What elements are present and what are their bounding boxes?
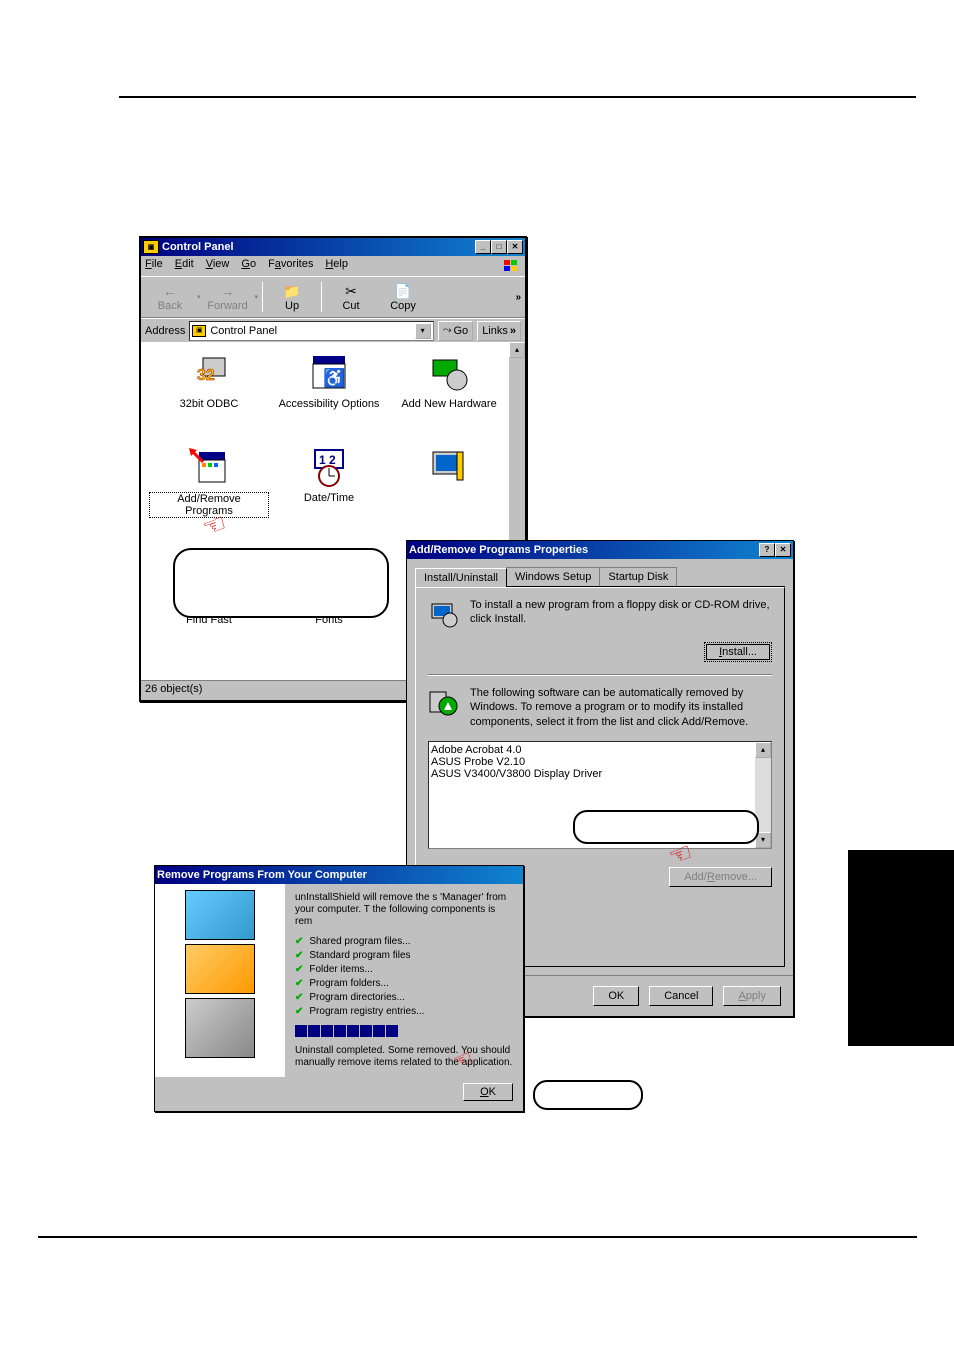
check-icon: ✔: [295, 964, 303, 975]
tab-strip: Install/Uninstall Windows Setup Startup …: [415, 567, 785, 587]
address-bar: Address ▣ Control Panel ▾ ⤳Go Links »: [141, 318, 525, 342]
cp-item-add-hardware[interactable]: Add New Hardware: [389, 350, 509, 444]
menu-favorites[interactable]: Favorites: [268, 258, 313, 274]
maximize-button[interactable]: □: [491, 240, 507, 254]
progress-bar: [295, 1025, 513, 1037]
close-button[interactable]: ✕: [507, 240, 523, 254]
check-item: ✔Standard program files: [295, 950, 513, 961]
help-button[interactable]: ?: [759, 543, 775, 557]
menu-bar: File Edit View Go Favorites Help: [141, 256, 525, 276]
odbc-icon: 32: [189, 354, 229, 394]
go-button[interactable]: ⤳Go: [438, 321, 474, 341]
check-item: ✔Program registry entries...: [295, 1006, 513, 1017]
check-icon: ✔: [295, 1006, 303, 1017]
list-item[interactable]: Adobe Acrobat 4.0: [431, 744, 769, 756]
ok-button[interactable]: OK: [593, 986, 639, 1006]
check-item: ✔Shared program files...: [295, 936, 513, 947]
add-hardware-icon: [429, 354, 469, 394]
menu-go[interactable]: Go: [241, 258, 256, 274]
cp-item-accessibility[interactable]: ♿ Accessibility Options: [269, 350, 389, 444]
page-top-rule: [119, 96, 916, 98]
uninstall-done-text: Uninstall completed. Some removed. You s…: [295, 1045, 513, 1069]
uninstall-titlebar[interactable]: Remove Programs From Your Computer: [155, 866, 523, 884]
tab-windows-setup[interactable]: Windows Setup: [506, 567, 600, 586]
control-panel-icon: ▣: [143, 240, 159, 254]
toolbar: ←Back ▾ →Forward ▾ 📁Up ✂Cut 📄Copy »: [141, 276, 525, 318]
menu-file[interactable]: File: [145, 258, 163, 274]
minimize-button[interactable]: _: [475, 240, 491, 254]
address-folder-icon: ▣: [192, 325, 206, 337]
remove-icon: [428, 686, 460, 718]
add-remove-button[interactable]: Add/Remove...: [669, 867, 772, 887]
address-dropdown[interactable]: ▾: [415, 323, 431, 339]
status-text: 26 object(s): [145, 683, 202, 695]
svg-text:1 2: 1 2: [319, 453, 336, 467]
uninstall-intro: unInstallShield will remove the s 'Manag…: [295, 892, 513, 928]
cut-button[interactable]: ✂Cut: [326, 282, 376, 312]
control-panel-title: Control Panel: [162, 241, 475, 253]
arp-title: Add/Remove Programs Properties: [409, 544, 759, 556]
uninstall-image-3: [185, 998, 255, 1058]
list-item[interactable]: ASUS V3400/V3800 Display Driver: [431, 768, 769, 780]
address-label: Address: [145, 325, 185, 337]
back-button[interactable]: ←Back: [145, 282, 195, 312]
install-button[interactable]: Install...: [704, 642, 772, 662]
check-icon: ✔: [295, 992, 303, 1003]
svg-text:32: 32: [197, 367, 215, 384]
menu-help[interactable]: Help: [325, 258, 348, 274]
check-icon: ✔: [295, 936, 303, 947]
apply-button[interactable]: Apply: [723, 986, 781, 1006]
date-time-icon: 1 2: [309, 448, 349, 488]
install-icon: [428, 598, 460, 630]
uninstall-image-2: [185, 944, 255, 994]
uninstall-details: unInstallShield will remove the s 'Manag…: [285, 884, 523, 1077]
close-button[interactable]: ✕: [775, 543, 791, 557]
cp-item-date-time[interactable]: 1 2 Date/Time: [269, 444, 389, 538]
scroll-up[interactable]: ▴: [755, 742, 771, 758]
cp-item-32bit-odbc[interactable]: 32 32bit ODBC: [149, 350, 269, 444]
tab-install-uninstall[interactable]: Install/Uninstall: [415, 568, 507, 587]
uninstall-image-1: [185, 890, 255, 940]
display-icon: [429, 448, 469, 488]
copy-button[interactable]: 📄Copy: [378, 282, 428, 312]
uninstall-window: Remove Programs From Your Computer unIns…: [154, 865, 524, 1112]
check-icon: ✔: [295, 950, 303, 961]
callout-oval-1: [173, 548, 389, 618]
arp-titlebar[interactable]: Add/Remove Programs Properties ? ✕: [407, 541, 793, 559]
forward-button[interactable]: →Forward: [203, 282, 253, 312]
callout-oval-2: [533, 1080, 643, 1110]
uninstall-graphic-panel: [155, 884, 285, 1077]
page-bottom-rule: [38, 1236, 917, 1238]
address-input[interactable]: ▣ Control Panel ▾: [189, 321, 433, 341]
uninstall-ok-button[interactable]: OK: [463, 1083, 513, 1101]
menu-view[interactable]: View: [206, 258, 230, 274]
check-icon: ✔: [295, 978, 303, 989]
menu-edit[interactable]: Edit: [175, 258, 194, 274]
control-panel-titlebar[interactable]: ▣ Control Panel _ □ ✕: [141, 238, 525, 256]
up-button[interactable]: 📁Up: [267, 282, 317, 312]
svg-text:♿: ♿: [323, 367, 345, 388]
programs-listbox[interactable]: Adobe Acrobat 4.0 ASUS Probe V2.10 ASUS …: [428, 741, 772, 849]
links-button[interactable]: Links »: [477, 321, 521, 341]
callout-oval-3: [573, 810, 759, 844]
check-item: ✔Folder items...: [295, 964, 513, 975]
check-item: ✔Program directories...: [295, 992, 513, 1003]
windows-flag-icon: [501, 258, 521, 274]
remove-text: The following software can be automatica…: [470, 686, 772, 729]
accessibility-icon: ♿: [309, 354, 349, 394]
add-remove-programs-icon: [189, 448, 229, 488]
install-text: To install a new program from a floppy d…: [470, 598, 772, 630]
scroll-up[interactable]: ▴: [509, 342, 525, 358]
check-item: ✔Program folders...: [295, 978, 513, 989]
address-value: Control Panel: [210, 325, 277, 337]
tab-startup-disk[interactable]: Startup Disk: [599, 567, 677, 586]
cancel-button[interactable]: Cancel: [649, 986, 713, 1006]
toolbar-overflow[interactable]: »: [515, 292, 521, 303]
cp-item-display[interactable]: [389, 444, 509, 538]
uninstall-title: Remove Programs From Your Computer: [157, 869, 521, 881]
side-tab-block: [848, 850, 954, 1046]
list-item[interactable]: ASUS Probe V2.10: [431, 756, 769, 768]
